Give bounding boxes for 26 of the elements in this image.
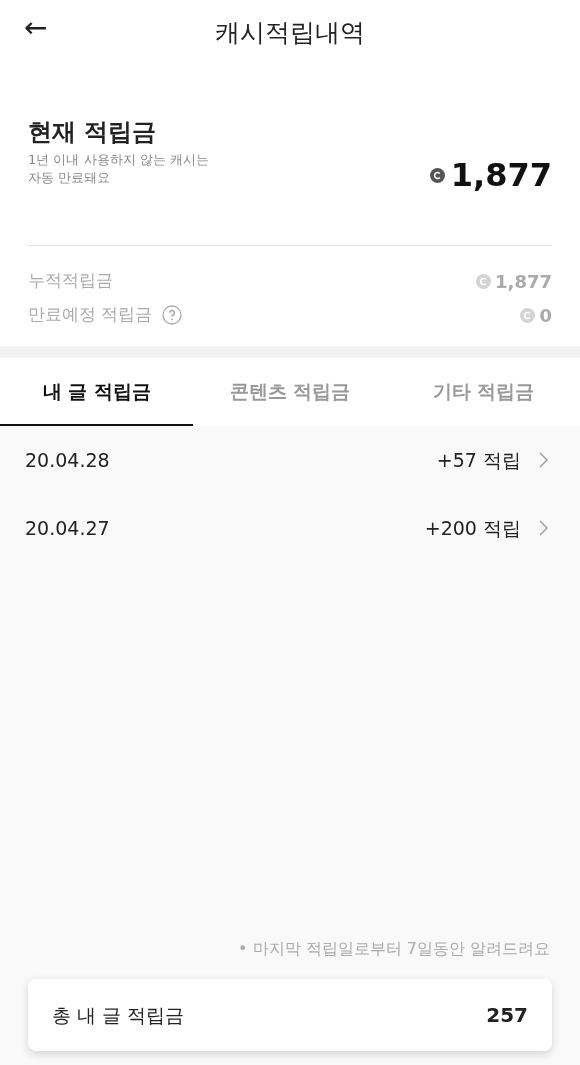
entry-date: 20.04.28 [25, 447, 110, 473]
page-title: 캐시적립내역 [215, 16, 365, 49]
entry-amount: +57 적립 [436, 447, 521, 473]
entry-date: 20.04.27 [25, 515, 110, 541]
detail-amount: 0 [539, 303, 552, 328]
coin-icon [520, 307, 536, 323]
balance-amount: 1,877 [450, 159, 552, 191]
detail-label: 만료예정 적립금 [28, 303, 153, 327]
chevron-right-icon [539, 452, 548, 468]
detail-label: 누적적립금 [28, 269, 113, 293]
detail-amount: 1,877 [495, 269, 552, 294]
total-value: 257 [486, 1002, 528, 1029]
coin-icon [429, 167, 445, 183]
back-button[interactable]: ← [24, 14, 48, 42]
balance-note: 자동 만료돼요 [28, 169, 112, 187]
chevron-right-icon [539, 520, 548, 536]
balance-note: 1년 이내 사용하지 않는 캐시는 [28, 151, 209, 169]
entry-row[interactable]: 20.04.27 +200 적립 [0, 494, 580, 562]
entry-amount: +200 적립 [424, 515, 521, 541]
total-label: 총 내 글 적립금 [52, 1002, 185, 1028]
coin-icon [476, 273, 492, 289]
tab[interactable]: 내 글 적립금 [0, 358, 194, 426]
help-icon[interactable] [162, 305, 183, 325]
entry-row[interactable]: 20.04.28 +57 적립 [0, 426, 580, 494]
footnote: • 마지막 적립일로부터 7일동안 알려드려요 [238, 938, 550, 960]
balance-title: 현재 적립금 [28, 117, 158, 147]
